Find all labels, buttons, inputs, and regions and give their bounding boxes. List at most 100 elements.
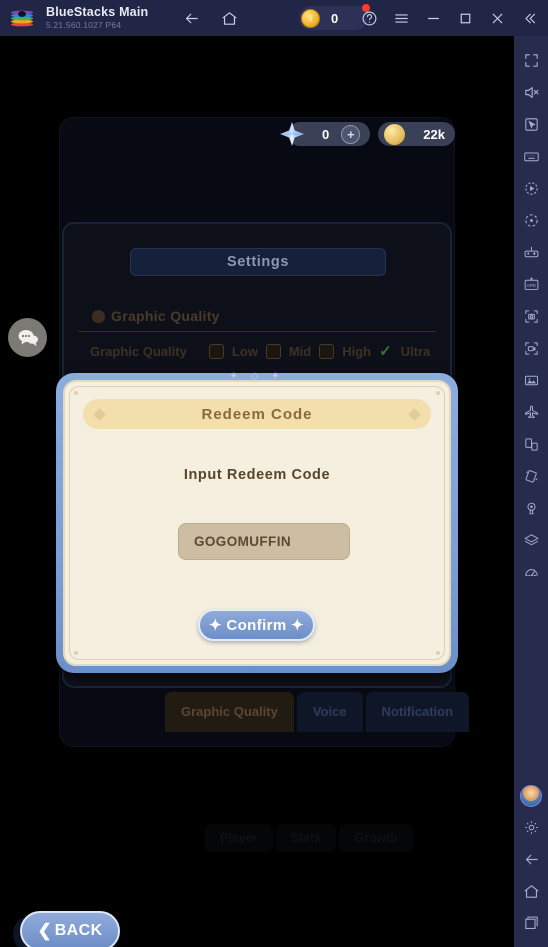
back-arrow-icon[interactable]: [182, 9, 200, 27]
fullscreen-icon[interactable]: [514, 44, 548, 76]
option-label-mid: Mid: [288, 343, 312, 359]
option-label-high: High: [342, 343, 372, 359]
tab-notification[interactable]: Notification: [365, 692, 470, 732]
checkbox-mid[interactable]: [265, 343, 281, 359]
rotate-icon[interactable]: [514, 204, 548, 236]
redeem-code-value: GOGOMUFFIN: [194, 534, 291, 549]
screen-root: BlueStacks Main 5.21.560.1027 P64 ⇧ 0 Se…: [0, 0, 548, 947]
tab-growth[interactable]: Growth: [339, 824, 413, 852]
gem-pill[interactable]: 0 +: [280, 122, 371, 146]
dialog-title-bar: Redeem Code: [83, 399, 431, 429]
tilt-icon[interactable]: [514, 460, 548, 492]
dialog-title: Redeem Code: [201, 405, 313, 423]
gamepad-icon[interactable]: [514, 236, 548, 268]
back-chevron-icon: ❮: [37, 921, 52, 940]
graphic-quality-row-label: Graphic Quality: [90, 343, 187, 359]
chat-bubble-icon[interactable]: [8, 318, 47, 357]
app-version: 5.21.560.1027 P64: [46, 20, 122, 31]
back-nav-icon[interactable]: [514, 843, 548, 875]
back-button-label: BACK: [54, 922, 103, 939]
graphic-quality-header-text: Graphic Quality: [111, 308, 220, 324]
app-title: BlueStacks Main: [46, 4, 149, 19]
graphic-quality-options-row: Graphic Quality Low Mid High ✓ Ultra: [90, 342, 450, 360]
gold-count: 22k: [423, 126, 445, 142]
help-icon[interactable]: [360, 9, 378, 27]
tab-player-label: Player: [220, 831, 258, 845]
confirm-button-label: Confirm: [226, 616, 287, 634]
tab-graphic-quality[interactable]: Graphic Quality: [165, 692, 294, 732]
media-manager-icon[interactable]: [514, 364, 548, 396]
coin-icon: ⇧: [301, 4, 370, 28]
gold-pill[interactable]: 22k: [378, 122, 455, 146]
checkbox-high[interactable]: [319, 343, 335, 359]
titlebar-coin-button[interactable]: ⇧ 0: [299, 4, 370, 30]
titlebar-coin-count: 0: [331, 10, 339, 26]
maximize-icon[interactable]: [456, 9, 474, 27]
tab-graphic-quality-label: Graphic Quality: [181, 704, 278, 720]
minimize-icon[interactable]: [424, 9, 442, 27]
settings-tabs: Graphic Quality Voice Notification: [165, 692, 470, 732]
tab-voice[interactable]: Voice: [296, 692, 363, 732]
confirm-sparkle-left-icon: ✦: [209, 617, 222, 634]
speedometer-icon[interactable]: [514, 556, 548, 588]
corner-ornament-tr: [436, 391, 440, 395]
settings-title-text: Settings: [227, 254, 289, 270]
checkbox-low[interactable]: [208, 343, 224, 359]
confirm-button[interactable]: ✦ Confirm ✦: [198, 609, 315, 641]
gold-coin-icon: [384, 123, 406, 145]
currency-hud: 0 + 22k: [280, 122, 455, 146]
titlebar-nav-icons: [182, 9, 238, 27]
tab-voice-label: Voice: [312, 704, 347, 720]
section-divider: [78, 331, 436, 332]
airplane-icon[interactable]: [514, 396, 548, 428]
crystal-ball-icon: [92, 309, 105, 323]
confirm-sparkle-right-icon: ✦: [291, 617, 304, 634]
tab-growth-label: Growth: [354, 831, 398, 845]
location-icon[interactable]: [514, 492, 548, 524]
macro-record-icon[interactable]: [514, 172, 548, 204]
title-diamond-right-icon: [408, 407, 421, 421]
tab-stats-label: Stats: [290, 831, 322, 845]
game-viewport: Settings Graphic Quality Graphic Quality…: [0, 36, 514, 947]
redeem-code-dialog: ✦ ◇ ✦ Redeem Code Input Redeem Code GOGO…: [56, 371, 458, 673]
apk-install-icon[interactable]: APK: [514, 268, 548, 300]
bluestacks-title-block: BlueStacks Main 5.21.560.1027 P64: [46, 4, 149, 31]
redeem-code-input[interactable]: GOGOMUFFIN: [178, 523, 350, 560]
recents-nav-icon[interactable]: [514, 907, 548, 939]
bluestacks-sidebar: APK: [514, 36, 548, 947]
settings-panel-title: Settings: [130, 248, 386, 276]
titlebar-window-controls: [360, 0, 544, 36]
corner-ornament-br: [436, 651, 440, 655]
cursor-icon[interactable]: [514, 108, 548, 140]
screenshot-icon[interactable]: [514, 300, 548, 332]
gear-icon[interactable]: [514, 811, 548, 843]
dialog-prompt-text: Input Redeem Code: [183, 467, 331, 483]
collapse-icon[interactable]: [520, 9, 538, 27]
multi-instance-icon[interactable]: [514, 428, 548, 460]
tab-notification-label: Notification: [381, 704, 454, 720]
tab-player[interactable]: Player: [205, 824, 273, 852]
bluestacks-logo-icon: [9, 5, 35, 31]
graphic-quality-section-header: Graphic Quality: [92, 308, 220, 324]
corner-ornament-tl: [74, 391, 78, 395]
layers-icon[interactable]: [514, 524, 548, 556]
add-gems-button[interactable]: +: [341, 124, 361, 144]
mute-icon[interactable]: [514, 76, 548, 108]
home-nav-icon[interactable]: [514, 875, 548, 907]
tab-stats[interactable]: Stats: [275, 824, 337, 852]
option-label-ultra: Ultra: [400, 343, 431, 359]
back-button[interactable]: ❮ BACK: [20, 911, 120, 947]
bluestacks-titlebar: BlueStacks Main 5.21.560.1027 P64 ⇧ 0: [0, 0, 548, 36]
checkbox-ultra-checked[interactable]: ✓: [379, 342, 392, 360]
corner-ornament-bl: [74, 651, 78, 655]
title-diamond-left-icon: [93, 407, 106, 421]
home-icon[interactable]: [220, 9, 238, 27]
video-record-icon[interactable]: [514, 332, 548, 364]
option-label-low: Low: [231, 343, 258, 359]
lower-nav-tabs: Player Stats Growth: [205, 824, 413, 852]
svg-text:APK: APK: [526, 282, 537, 288]
avatar[interactable]: [520, 785, 542, 807]
keyboard-icon[interactable]: [514, 140, 548, 172]
close-icon[interactable]: [488, 9, 506, 27]
menu-icon[interactable]: [392, 9, 410, 27]
